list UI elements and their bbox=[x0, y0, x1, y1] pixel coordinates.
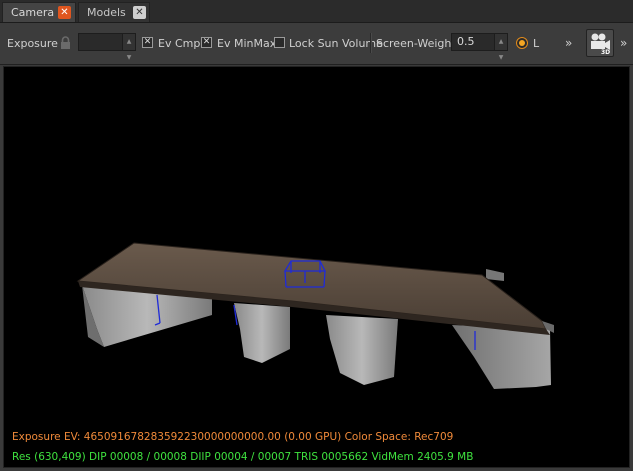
pier-right bbox=[452, 325, 551, 389]
hud-exposure-readout: Exposure EV: 465091678283592230000000000… bbox=[12, 431, 454, 443]
movie-camera-icon: 3D bbox=[591, 33, 610, 56]
overflow-chevron-icon[interactable]: » bbox=[620, 36, 627, 50]
ev-minmax-checkbox[interactable]: ✕ bbox=[201, 37, 212, 48]
exposure-input[interactable]: ▲ ▼ bbox=[78, 33, 136, 61]
l-label: L bbox=[533, 37, 540, 50]
tab-models[interactable]: Models ✕ bbox=[78, 2, 150, 22]
camera-toolbar: Exposure ▲ ▼ ✕ Ev Cmp ✕ Ev MinMax Lock Su… bbox=[0, 23, 633, 65]
3d-viewport[interactable]: Exposure EV: 465091678283592230000000000… bbox=[3, 66, 630, 468]
overflow-chevron-icon[interactable]: » bbox=[565, 36, 572, 50]
screen-weight-label: Screen-Weight bbox=[376, 37, 456, 50]
ev-cmp-checkbox[interactable]: ✕ bbox=[142, 37, 153, 48]
lock-icon[interactable] bbox=[60, 36, 71, 50]
exposure-label: Exposure bbox=[7, 37, 58, 50]
l-radio[interactable] bbox=[516, 37, 528, 49]
lock-sun-volume-label: Lock Sun Volume bbox=[289, 37, 383, 50]
camera-3d-badge: 3D bbox=[601, 49, 610, 56]
toolbar-divider bbox=[370, 33, 372, 53]
ev-minmax-label: Ev MinMax bbox=[217, 37, 277, 50]
pier-center-right bbox=[326, 315, 398, 385]
stepper-arrows-icon[interactable]: ▲ ▼ bbox=[122, 34, 135, 61]
tab-bar: Camera ✕ Models ✕ bbox=[0, 0, 633, 23]
tab-camera[interactable]: Camera ✕ bbox=[2, 2, 76, 22]
lock-sun-volume-checkbox[interactable] bbox=[274, 37, 285, 48]
screen-weight-value: 0.5 bbox=[457, 35, 475, 48]
close-icon[interactable]: ✕ bbox=[133, 6, 146, 19]
tab-models-label: Models bbox=[87, 6, 126, 19]
pier-back-right bbox=[486, 269, 504, 281]
pier-center-left bbox=[234, 303, 290, 363]
close-icon[interactable]: ✕ bbox=[58, 6, 71, 19]
hud-render-stats: Res (630,409) DIP 00008 / 00008 DIIP 000… bbox=[12, 451, 474, 463]
stepper-arrows-icon[interactable]: ▲ ▼ bbox=[494, 34, 507, 61]
scene-render bbox=[76, 242, 554, 389]
screen-weight-input[interactable]: 0.5 ▲ ▼ bbox=[451, 33, 508, 61]
ev-cmp-label: Ev Cmp bbox=[158, 37, 201, 50]
camera-3d-button[interactable]: 3D bbox=[586, 29, 614, 57]
tab-camera-label: Camera bbox=[11, 6, 55, 19]
